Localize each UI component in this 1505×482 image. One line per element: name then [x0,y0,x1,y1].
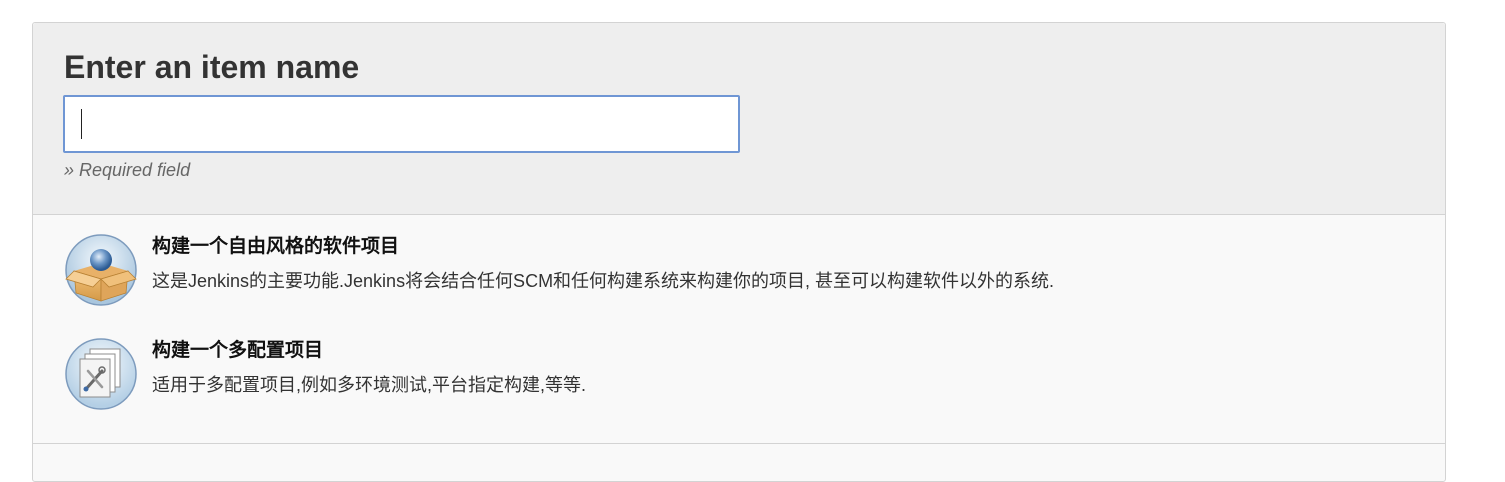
item-type-freestyle[interactable]: 构建一个自由风格的软件项目 这是Jenkins的主要功能.Jenkins将会结合… [33,215,1445,307]
item-type-title: 构建一个多配置项目 [152,340,324,361]
text-cursor [81,109,82,139]
item-type-multi-configuration[interactable]: 构建一个多配置项目 适用于多配置项目,例如多环境测试,平台指定构建,等等. [33,319,1445,411]
new-item-panel: Enter an item name » Required field 构建一个… [32,22,1446,482]
required-field-note: » Required field [64,160,191,180]
item-type-description: 这是Jenkins的主要功能.Jenkins将会结合任何SCM和任何构建系统来构… [152,271,1055,291]
page-title: Enter an item name [64,49,360,85]
multi-configuration-project-icon [65,338,137,410]
item-name-input[interactable] [63,95,740,153]
item-type-list: 构建一个自由风格的软件项目 这是Jenkins的主要功能.Jenkins将会结合… [33,215,1445,444]
item-type-description: 适用于多配置项目,例如多环境测试,平台指定构建,等等. [152,375,587,395]
item-name-section: Enter an item name » Required field [33,23,1445,215]
freestyle-project-icon [65,234,137,306]
item-type-title: 构建一个自由风格的软件项目 [152,236,400,257]
